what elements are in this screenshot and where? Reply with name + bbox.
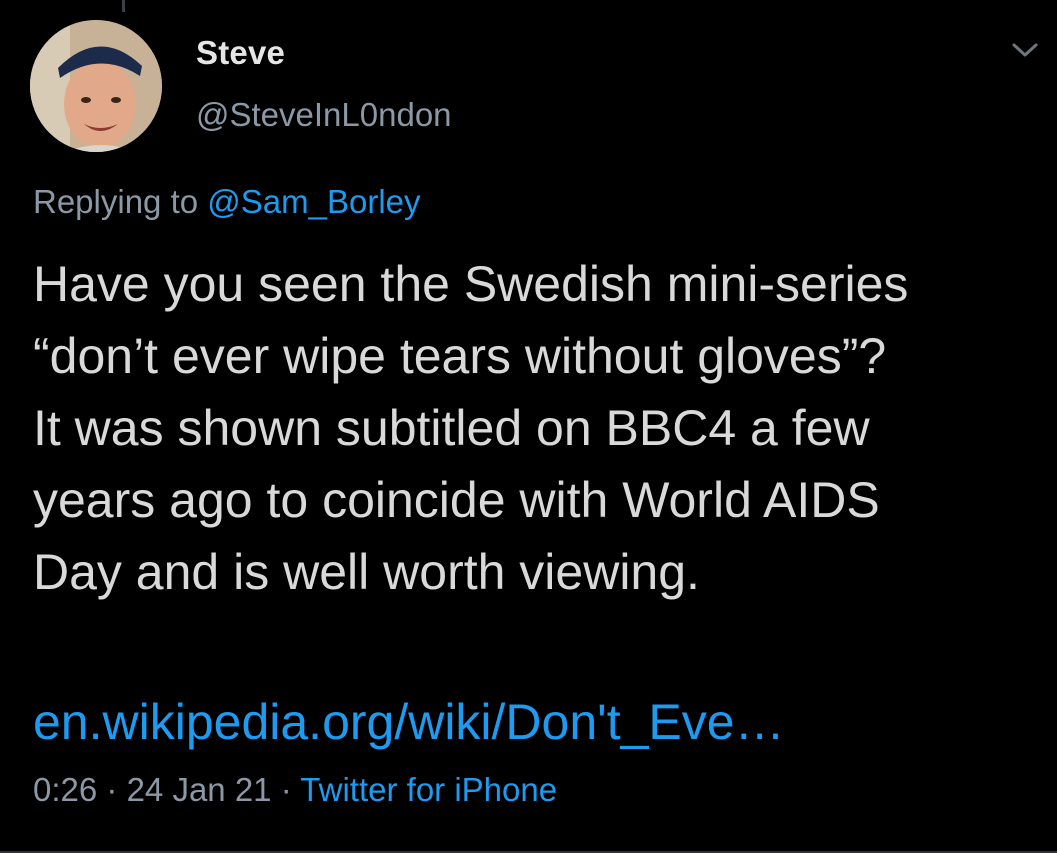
tweet-text-line: Day and is well worth viewing.	[33, 544, 700, 600]
tweet-text-line: Have you seen the Swedish mini-series	[33, 256, 909, 312]
tweet-text-line: It was shown subtitled on BBC4 a few	[33, 400, 870, 456]
tweet-meta: 0:26 · 24 Jan 21 · Twitter for iPhone	[33, 771, 557, 809]
thread-connector-line	[122, 0, 125, 12]
tweet-text-line: “don’t ever wipe tears without gloves”?	[33, 328, 887, 384]
tweet-date[interactable]: 24 Jan 21	[127, 771, 272, 808]
avatar[interactable]	[30, 20, 162, 152]
tweet-container: Steve @SteveInL0ndon Replying to @Sam_Bo…	[0, 0, 1057, 853]
tweet-link[interactable]: en.wikipedia.org/wiki/Don't_Eve…	[33, 686, 785, 758]
replying-to: Replying to @Sam_Borley	[33, 183, 421, 221]
author-handle[interactable]: @SteveInL0ndon	[196, 96, 452, 134]
reply-mention-link[interactable]: @Sam_Borley	[207, 183, 420, 220]
author-name[interactable]: Steve	[196, 34, 285, 72]
meta-separator: ·	[106, 771, 118, 808]
tweet-time[interactable]: 0:26	[33, 771, 97, 808]
tweet-text: Have you seen the Swedish mini-series “d…	[33, 248, 1033, 608]
chevron-down-icon[interactable]	[1011, 40, 1039, 60]
meta-separator: ·	[280, 771, 292, 808]
replying-prefix: Replying to	[33, 183, 199, 220]
avatar-photo	[30, 20, 162, 152]
tweet-text-line: years ago to coincide with World AIDS	[33, 472, 880, 528]
tweet-source-link[interactable]: Twitter for iPhone	[300, 771, 557, 808]
